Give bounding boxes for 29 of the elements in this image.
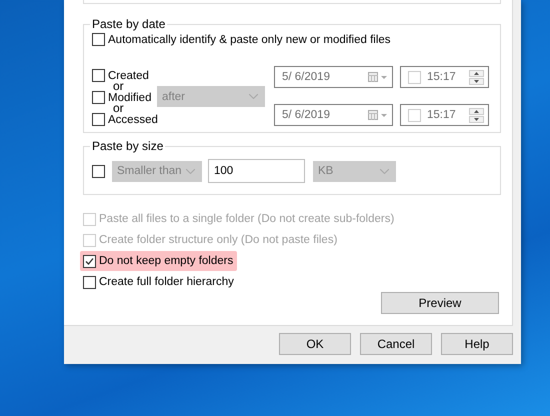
calendar-icon [368, 72, 388, 82]
checkbox[interactable] [92, 113, 105, 126]
checkbox-label: Modified [108, 92, 152, 104]
checkbox[interactable] [92, 91, 105, 104]
preview-button[interactable]: Preview [381, 292, 499, 314]
caret-icon [249, 94, 258, 99]
checkbox-label: Create folder structure only (Do not paste files) [99, 234, 338, 246]
checkbox-label: Paste all files to a single folder (Do not create sub-folders) [99, 213, 394, 225]
checkbox[interactable] [83, 254, 96, 268]
spinner-icon[interactable] [469, 70, 484, 84]
dialog-button[interactable]: Cancel [360, 333, 432, 355]
checkbox-label: Do not keep empty folders [99, 255, 234, 267]
group-title: Paste by date [91, 17, 166, 31]
spinner-icon[interactable] [469, 108, 484, 122]
connector-text: or [113, 82, 124, 91]
caret-icon [380, 168, 389, 174]
checkbox[interactable] [92, 33, 105, 46]
calendar-icon [368, 110, 388, 120]
checkbox[interactable] [83, 276, 96, 288]
checkbox-label: Created [108, 70, 149, 82]
dialog-button[interactable]: OK [279, 333, 351, 355]
connector-text: or [113, 104, 124, 113]
group-title: Paste by size [91, 139, 164, 153]
dialog-button[interactable]: Help [441, 333, 513, 355]
checkbox-label: Accessed [108, 114, 158, 126]
checkbox-label: Create full folder hierarchy [99, 276, 234, 288]
checkbox[interactable] [92, 69, 105, 82]
caret-icon [186, 168, 195, 174]
checkbox-label: Automatically identify & paste only new or modified files [108, 34, 391, 46]
